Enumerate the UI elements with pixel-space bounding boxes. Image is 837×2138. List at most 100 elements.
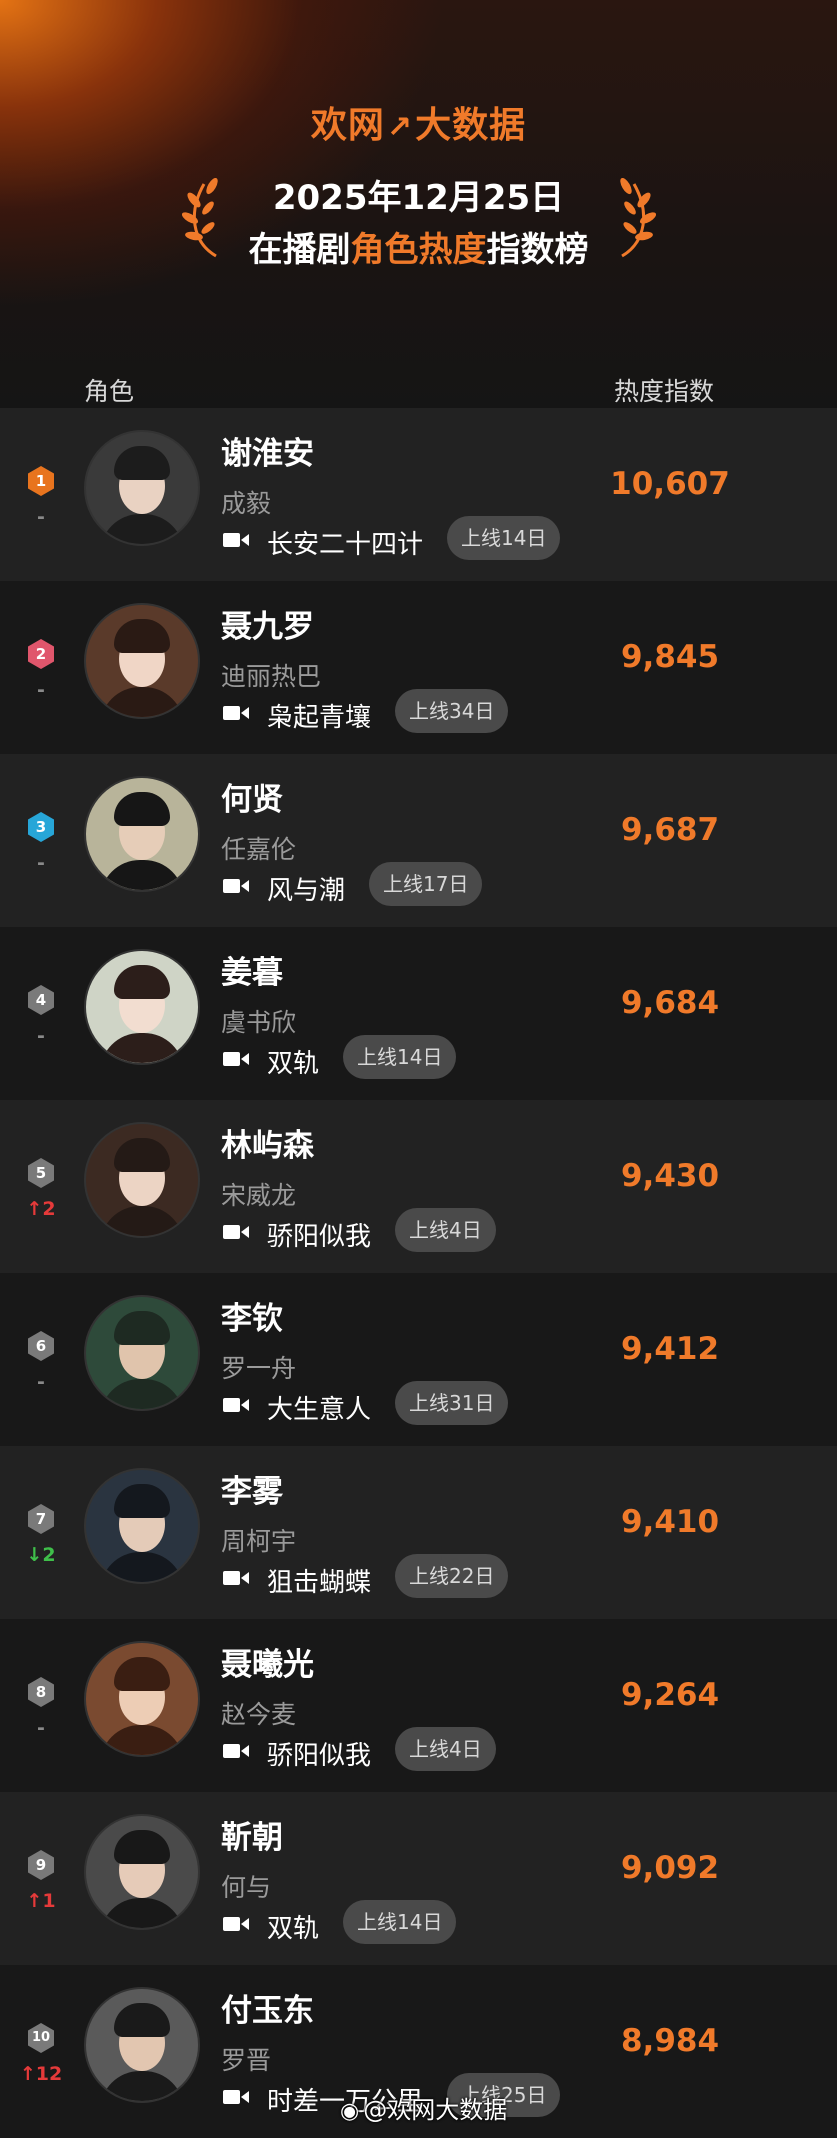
- video-camera-icon: [223, 1571, 249, 1585]
- watermark-text: @欢网大数据: [363, 2096, 508, 2124]
- ranking-row[interactable]: 3 - 何贤 任嘉伦 风与潮 上线17日 9,687: [0, 754, 837, 927]
- avatar-hair: [114, 619, 170, 653]
- heat-score: 9,092: [620, 1850, 720, 1886]
- title-highlight: 角色热度: [350, 230, 487, 270]
- character-name: 姜暮: [221, 955, 283, 991]
- rank-number: 1: [35, 472, 47, 490]
- rank-number: 10: [31, 2030, 51, 2045]
- avatar: [84, 1295, 200, 1411]
- online-days-badge: 上线34日: [395, 689, 509, 733]
- rank-change: -: [37, 852, 45, 874]
- rank-change: -: [37, 679, 45, 701]
- avatar: [84, 1641, 200, 1757]
- ranking-row[interactable]: 1 - 谢淮安 成毅 长安二十四计 上线14日 10,607: [0, 408, 837, 581]
- ranking-row[interactable]: 9 ↑1 靳朝 何与 双轨 上线14日 9,092: [0, 1792, 837, 1965]
- heat-score: 9,687: [620, 812, 720, 848]
- avatar-body: [100, 1379, 184, 1409]
- rank-number: 7: [35, 1510, 47, 1528]
- rank-change: ↑2: [26, 1198, 56, 1220]
- avatar-body: [100, 1898, 184, 1928]
- avatar-hair: [114, 2003, 170, 2037]
- rank-number: 5: [35, 1164, 47, 1182]
- video-camera-icon: [223, 1398, 249, 1412]
- ranking-row[interactable]: 8 - 聂曦光 赵今麦 骄阳似我 上线4日 9,264: [0, 1619, 837, 1792]
- rank-change: -: [37, 1717, 45, 1739]
- ranking-row[interactable]: 5 ↑2 林屿森 宋威龙 骄阳似我 上线4日 9,430: [0, 1100, 837, 1273]
- actor-name: 周柯宇: [221, 1527, 297, 1556]
- ranking-row[interactable]: 6 - 李钦 罗一舟 大生意人 上线31日 9,412: [0, 1273, 837, 1446]
- heat-score: 9,264: [620, 1677, 720, 1713]
- ranking-row[interactable]: 4 - 姜暮 虞书欣 双轨 上线14日 9,684: [0, 927, 837, 1100]
- ranking-list: 1 - 谢淮安 成毅 长安二十四计 上线14日 10,607 2 - 聂九罗 迪…: [0, 408, 837, 2138]
- video-camera-icon: [223, 2090, 249, 2104]
- character-name: 李钦: [221, 1301, 283, 1337]
- rank-badge-icon: 1: [26, 465, 56, 497]
- character-name: 聂九罗: [221, 609, 314, 645]
- rank-badge-icon: 7: [26, 1503, 56, 1535]
- actor-name: 成毅: [221, 489, 272, 518]
- rank-badge-icon: 4: [26, 984, 56, 1016]
- avatar: [84, 1987, 200, 2103]
- avatar-hair: [114, 446, 170, 480]
- actor-name: 迪丽热巴: [221, 662, 322, 691]
- ranking-row[interactable]: 7 ↓2 李雾 周柯宇 狙击蝴蝶 上线22日 9,410: [0, 1446, 837, 1619]
- character-name: 谢淮安: [221, 436, 314, 472]
- drama-title[interactable]: 狙击蝴蝶: [267, 1562, 371, 1599]
- drama-title[interactable]: 双轨: [267, 1043, 319, 1080]
- character-name: 聂曦光: [221, 1647, 314, 1683]
- heat-score: 9,410: [620, 1504, 720, 1540]
- character-name: 林屿森: [221, 1128, 314, 1164]
- video-camera-icon: [223, 1744, 249, 1758]
- video-camera-icon: [223, 706, 249, 720]
- avatar-body: [100, 860, 184, 890]
- drama-title[interactable]: 双轨: [267, 1908, 319, 1945]
- ranking-row[interactable]: 2 - 聂九罗 迪丽热巴 枭起青壤 上线34日 9,845: [0, 581, 837, 754]
- actor-name: 虞书欣: [221, 1008, 297, 1037]
- chart-title: 在播剧角色热度指数榜: [0, 222, 837, 271]
- avatar: [84, 776, 200, 892]
- drama-title[interactable]: 枭起青壤: [267, 697, 371, 734]
- online-days-badge: 上线17日: [369, 862, 483, 906]
- avatar-body: [100, 1033, 184, 1063]
- title-prefix: 在播剧: [248, 230, 351, 270]
- title-suffix: 指数榜: [486, 230, 589, 270]
- character-name: 何贤: [221, 782, 283, 818]
- weibo-icon: ◉: [340, 2099, 360, 2124]
- avatar: [84, 1814, 200, 1930]
- avatar: [84, 1468, 200, 1584]
- drama-title[interactable]: 骄阳似我: [267, 1216, 371, 1253]
- column-header-heat: 热度指数: [614, 377, 715, 406]
- drama-title[interactable]: 长安二十四计: [267, 524, 423, 561]
- online-days-badge: 上线14日: [343, 1900, 457, 1944]
- drama-title[interactable]: 大生意人: [267, 1389, 371, 1426]
- online-days-badge: 上线4日: [395, 1727, 496, 1771]
- avatar-hair: [114, 1311, 170, 1345]
- video-camera-icon: [223, 1225, 249, 1239]
- actor-name: 何与: [221, 1873, 272, 1902]
- avatar-body: [100, 687, 184, 717]
- avatar-body: [100, 2071, 184, 2101]
- avatar-hair: [114, 1657, 170, 1691]
- avatar-body: [100, 1725, 184, 1755]
- online-days-badge: 上线14日: [343, 1035, 457, 1079]
- header-banner: 欢网↗大数据 2025年12月25日 在播剧角色热度指数榜: [0, 0, 837, 408]
- rank-number: 9: [35, 1856, 47, 1874]
- rank-badge-icon: 5: [26, 1157, 56, 1189]
- trend-arrow-icon: ↗: [386, 110, 414, 145]
- column-header-role: 角色: [84, 377, 135, 406]
- rank-badge-icon: 2: [26, 638, 56, 670]
- avatar-hair: [114, 1138, 170, 1172]
- actor-name: 任嘉伦: [221, 835, 297, 864]
- avatar: [84, 949, 200, 1065]
- heat-score: 9,430: [620, 1158, 720, 1194]
- video-camera-icon: [223, 879, 249, 893]
- drama-title[interactable]: 骄阳似我: [267, 1735, 371, 1772]
- video-camera-icon: [223, 1917, 249, 1931]
- online-days-badge: 上线14日: [447, 516, 561, 560]
- drama-title[interactable]: 风与潮: [267, 870, 345, 907]
- rank-number: 3: [35, 818, 47, 836]
- actor-name: 罗晋: [221, 2046, 272, 2075]
- rank-number: 4: [35, 991, 47, 1009]
- chart-date: 2025年12月25日: [272, 178, 565, 218]
- avatar-body: [100, 1552, 184, 1582]
